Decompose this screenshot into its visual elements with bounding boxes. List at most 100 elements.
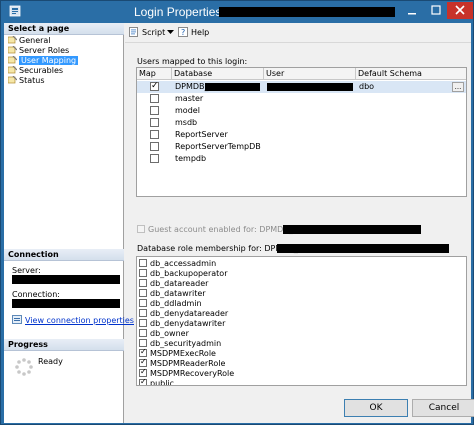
ok-button[interactable]: OK [344, 399, 408, 417]
role-membership-list[interactable]: db_accessadmin db_backupoperator db_data… [136, 256, 467, 386]
users-mapped-caption: Users mapped to this login: [137, 57, 248, 66]
role-item[interactable]: db_denydatawriter [139, 319, 225, 329]
database-cell: DPMDB_ [175, 82, 209, 91]
script-dropdown[interactable] [167, 27, 174, 39]
role-membership-caption: Database role membership for: DPMDB_ [137, 244, 298, 253]
progress-spinner-icon [15, 358, 33, 376]
page-label: User Mapping [19, 56, 79, 65]
role-item[interactable]: db_securityadmin [139, 339, 221, 349]
table-row[interactable]: DPMDB_ dbo ... [137, 80, 466, 93]
help-button[interactable]: ? Help [178, 27, 209, 39]
map-checkbox[interactable] [150, 142, 159, 151]
server-label: Server: [12, 266, 41, 275]
role-checkbox[interactable] [139, 299, 147, 307]
column-header-user[interactable]: User [264, 68, 356, 80]
user-mapping-grid[interactable]: Map Database User Default Schema DPMDB_ … [136, 67, 467, 197]
role-label: db_ddladmin [150, 299, 202, 308]
page-wrench-icon [8, 76, 17, 84]
role-item[interactable]: db_backupoperator [139, 269, 227, 279]
column-header-database[interactable]: Database [172, 68, 264, 80]
page-server-roles[interactable]: Server Roles [8, 46, 69, 56]
role-label: MSDPMExecRole [150, 349, 216, 358]
role-checkbox[interactable] [139, 309, 147, 317]
view-connection-properties-link[interactable]: View connection properties [12, 315, 134, 325]
page-wrench-icon [8, 66, 17, 74]
page-user-mapping[interactable]: User Mapping [8, 56, 79, 66]
map-checkbox[interactable] [150, 80, 159, 92]
page-status[interactable]: Status [8, 76, 45, 86]
default-schema-cell[interactable]: dbo [359, 81, 374, 93]
minimize-icon [408, 13, 416, 15]
page-wrench-icon [8, 46, 17, 54]
redacted-database-suffix [205, 83, 260, 91]
role-item[interactable]: db_owner [139, 329, 189, 339]
page-securables[interactable]: Securables [8, 66, 63, 76]
role-item[interactable]: db_datareader [139, 279, 208, 289]
database-cell: master [175, 94, 204, 103]
role-label: db_owner [150, 329, 189, 338]
close-button[interactable] [447, 2, 473, 19]
database-cell: tempdb [175, 154, 207, 163]
page-wrench-icon [8, 56, 17, 64]
role-label: db_datawriter [150, 289, 206, 298]
cancel-button[interactable]: Cancel [412, 399, 474, 417]
close-icon [455, 5, 465, 15]
map-checkbox[interactable] [150, 118, 159, 127]
database-cell: msdb [175, 118, 198, 127]
schema-browse-button[interactable]: ... [452, 82, 464, 92]
role-checkbox[interactable] [139, 289, 147, 297]
table-row[interactable]: master [137, 93, 466, 105]
table-row[interactable]: ReportServerTempDB [137, 141, 466, 153]
page-label: Server Roles [19, 46, 70, 55]
role-checkbox[interactable] [139, 329, 147, 337]
page-general[interactable]: General [8, 36, 51, 46]
role-item[interactable]: MSDPMExecRole [139, 346, 216, 359]
view-connection-properties-text: View connection properties [25, 316, 134, 325]
role-item[interactable]: MSDPMReaderRole [139, 356, 225, 369]
map-checkbox[interactable] [150, 130, 159, 139]
page-wrench-icon [8, 36, 17, 44]
window-title: Login Properties - [134, 5, 229, 19]
role-item[interactable]: public [139, 376, 174, 385]
help-icon: ? [178, 27, 188, 37]
dialog-client-area: Select a page General Server Roles User … [4, 23, 474, 423]
table-row[interactable]: tempdb [137, 153, 466, 165]
progress-status: Ready [38, 357, 63, 366]
role-checkbox[interactable] [139, 319, 147, 327]
guest-account-checkbox: Guest account enabled for: DPMDB_ [137, 225, 293, 235]
login-properties-window: Login Properties - Select a page General… [0, 0, 474, 425]
role-checkbox[interactable] [139, 279, 147, 287]
role-item[interactable]: db_ddladmin [139, 299, 202, 309]
role-checkbox[interactable] [139, 259, 147, 267]
chevron-down-icon [167, 30, 174, 34]
guest-account-label: Guest account enabled for: DPMDB_ [148, 225, 293, 234]
role-checkbox[interactable] [139, 376, 147, 385]
help-label: Help [191, 28, 210, 37]
redacted-login-name [219, 7, 395, 17]
role-item[interactable]: MSDPMRecoveryRole [139, 366, 235, 379]
role-label: db_backupoperator [150, 269, 228, 278]
user-mapping-page: Script ? Help Users mapped to this login:… [125, 23, 474, 423]
progress-header: Progress [4, 339, 124, 351]
page-label: General [19, 36, 51, 45]
role-label: db_accessadmin [150, 259, 217, 268]
properties-icon [12, 315, 22, 324]
role-item[interactable]: db_accessadmin [139, 259, 216, 269]
map-checkbox[interactable] [150, 106, 159, 115]
column-header-map[interactable]: Map [137, 68, 172, 80]
script-button[interactable]: Script [129, 27, 165, 39]
role-checkbox[interactable] [139, 269, 147, 277]
table-row[interactable]: model [137, 105, 466, 117]
map-checkbox[interactable] [150, 154, 159, 163]
role-label: MSDPMRecoveryRole [150, 369, 235, 378]
title-bar: Login Properties - [1, 1, 474, 23]
role-item[interactable]: db_datawriter [139, 289, 206, 299]
role-item[interactable]: db_denydatareader [139, 309, 228, 319]
table-row[interactable]: ReportServer [137, 129, 466, 141]
minimize-button[interactable] [399, 2, 425, 19]
map-checkbox[interactable] [150, 94, 159, 103]
column-header-default-schema[interactable]: Default Schema [356, 68, 466, 80]
table-row[interactable]: msdb [137, 117, 466, 129]
connection-header: Connection [4, 249, 124, 261]
database-cell: ReportServerTempDB [175, 142, 261, 151]
